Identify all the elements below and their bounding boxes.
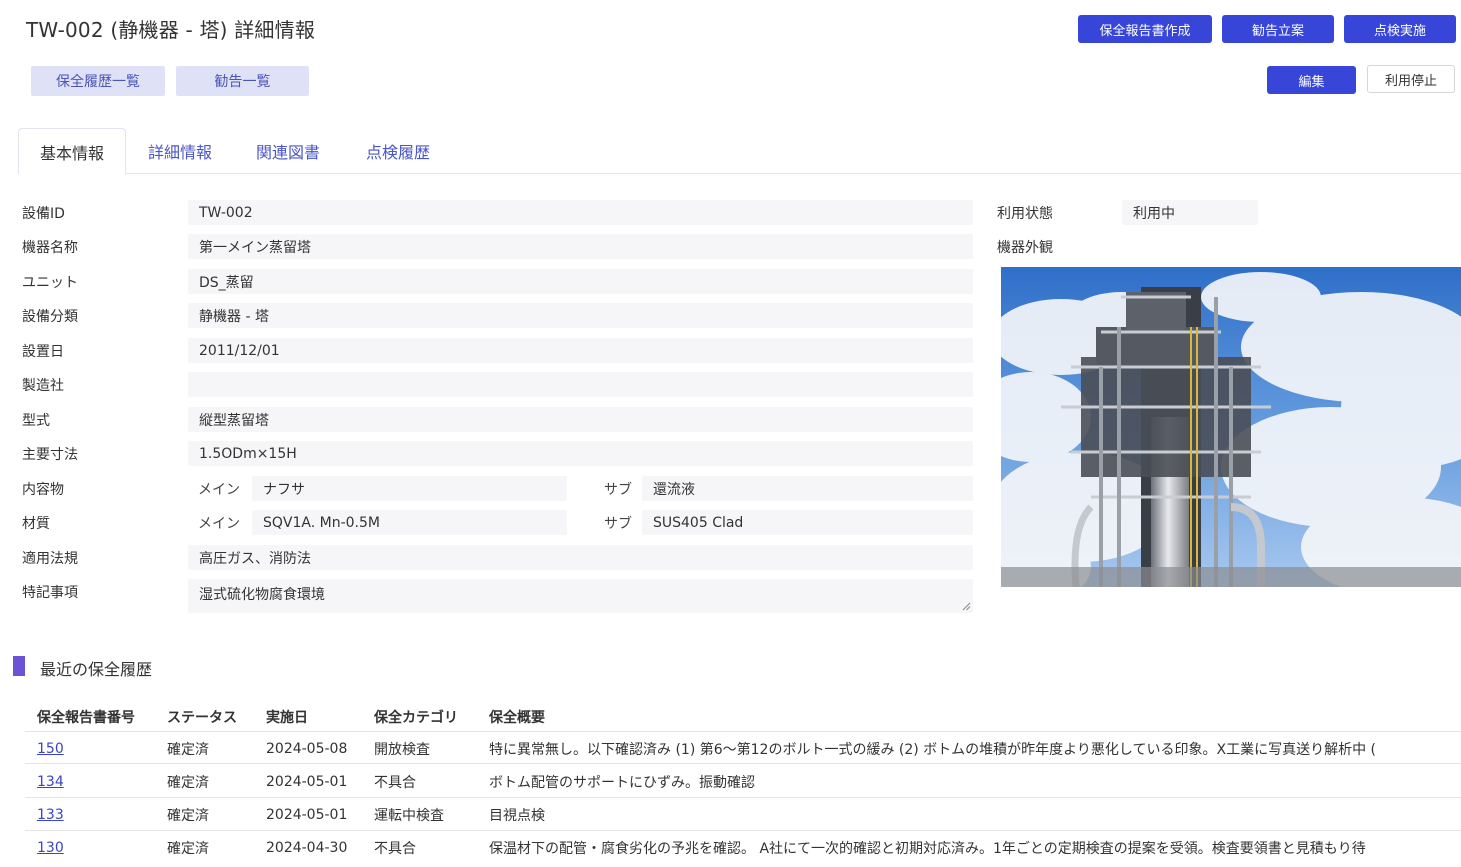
report-link[interactable]: 130 [37,831,64,864]
unit-field: DS_蒸留 [188,269,973,294]
material-main-label: メイン [198,516,240,532]
maker-field [188,372,973,397]
label-regulation: 適用法規 [22,551,78,567]
create-report-button[interactable]: 保全報告書作成 [1078,15,1212,43]
table-row: 150 確定済 2024-05-08 開放検査 特に異常無し。以下確認済み (1… [25,731,1461,764]
label-material: 材質 [22,516,50,532]
notes-text: 湿式硫化物腐食環境 [199,587,325,603]
label-notes: 特記事項 [22,585,78,601]
row-status: 確定済 [167,807,209,824]
label-maker: 製造社 [22,378,64,394]
row-status: 確定済 [167,840,209,857]
table-row: 130 確定済 2024-04-30 不具合 保温材下の配管・腐食劣化の予兆を確… [25,831,1461,864]
label-name: 機器名称 [22,240,78,256]
material-main-field: SQV1A. Mn-0.5M [252,510,567,535]
row-summary: ボトム配管のサポートにひずみ。振動確認 [489,774,755,791]
inspection-button[interactable]: 点検実施 [1344,15,1456,43]
row-date: 2024-05-08 [266,740,348,757]
header-date: 実施日 [266,709,308,726]
contents-main-field: ナフサ [252,476,567,501]
notes-textarea[interactable]: 湿式硫化物腐食環境 [188,579,973,613]
contents-sub-field: 還流液 [642,476,973,501]
row-category: 不具合 [374,840,416,857]
name-field: 第一メイン蒸留塔 [188,234,973,259]
header-category: 保全カテゴリ [374,709,458,726]
row-category: 開放検査 [374,741,430,758]
tab-detail-info[interactable]: 詳細情報 [126,128,234,174]
label-status: 利用状態 [997,206,1053,222]
category-field: 静機器 - 塔 [188,303,973,328]
tab-related-docs[interactable]: 関連図書 [234,128,342,174]
row-status: 確定済 [167,774,209,791]
row-category: 運転中検査 [374,807,444,824]
header-summary: 保全概要 [489,709,545,726]
report-link[interactable]: 150 [37,732,64,765]
row-category: 不具合 [374,774,416,791]
history-header-row: 保全報告書番号 ステータス 実施日 保全カテゴリ 保全概要 [25,700,1461,733]
model-field: 縦型蒸留塔 [188,407,973,432]
table-row: 133 確定済 2024-05-01 運転中検査 目視点検 [25,798,1461,831]
recommend-list-button[interactable]: 勧告一覧 [176,66,309,96]
resize-handle-icon[interactable] [962,602,971,611]
recommendation-button[interactable]: 勧告立案 [1222,15,1334,43]
row-summary: 保温材下の配管・腐食劣化の予兆を確認。 A社にて一次的確認と初期対応済み。1年ご… [489,840,1366,857]
row-date: 2024-04-30 [266,839,348,856]
label-dimensions: 主要寸法 [22,447,78,463]
header-status: ステータス [167,709,237,726]
material-sub-field: SUS405 Clad [642,510,973,535]
report-link[interactable]: 133 [37,798,64,831]
installed-field: 2011/12/01 [188,338,973,363]
label-installed: 設置日 [22,344,64,360]
tab-bar: 基本情報 詳細情報 関連図書 点検履歴 [18,128,1461,175]
section-accent-bar [13,656,25,676]
suspend-button[interactable]: 利用停止 [1367,65,1455,93]
row-date: 2024-05-01 [266,806,348,823]
page-title: TW-002 (静機器 - 塔) 詳細情報 [26,18,316,42]
label-contents: 内容物 [22,482,64,498]
contents-sub-label: サブ [604,482,632,498]
contents-main-label: メイン [198,482,240,498]
equipment-id-field: TW-002 [188,200,973,225]
label-unit: ユニット [22,275,78,291]
row-summary: 目視点検 [489,807,545,824]
tab-basic-info[interactable]: 基本情報 [18,128,126,175]
edit-button[interactable]: 編集 [1267,66,1356,94]
status-field: 利用中 [1122,200,1258,225]
history-list-button[interactable]: 保全履歴一覧 [31,66,165,96]
material-sub-label: サブ [604,516,632,532]
row-date: 2024-05-01 [266,773,348,790]
row-summary: 特に異常無し。以下確認済み (1) 第6～第12のボルト一式の緩み (2) ボト… [489,741,1376,758]
report-link[interactable]: 134 [37,765,64,798]
header-report-no: 保全報告書番号 [37,709,135,726]
row-status: 確定済 [167,741,209,758]
table-row: 134 確定済 2024-05-01 不具合 ボトム配管のサポートにひずみ。振動… [25,765,1461,798]
tab-inspection-history[interactable]: 点検履歴 [344,128,452,174]
label-category: 設備分類 [22,309,78,325]
label-model: 型式 [22,413,50,429]
regulation-field: 高圧ガス、消防法 [188,545,973,570]
label-equipment-id: 設備ID [22,206,65,222]
equipment-photo [1001,267,1461,587]
history-section-title: 最近の保全履歴 [40,660,153,679]
label-appearance: 機器外観 [997,240,1053,256]
dimensions-field: 1.5ODm×15H [188,441,973,466]
